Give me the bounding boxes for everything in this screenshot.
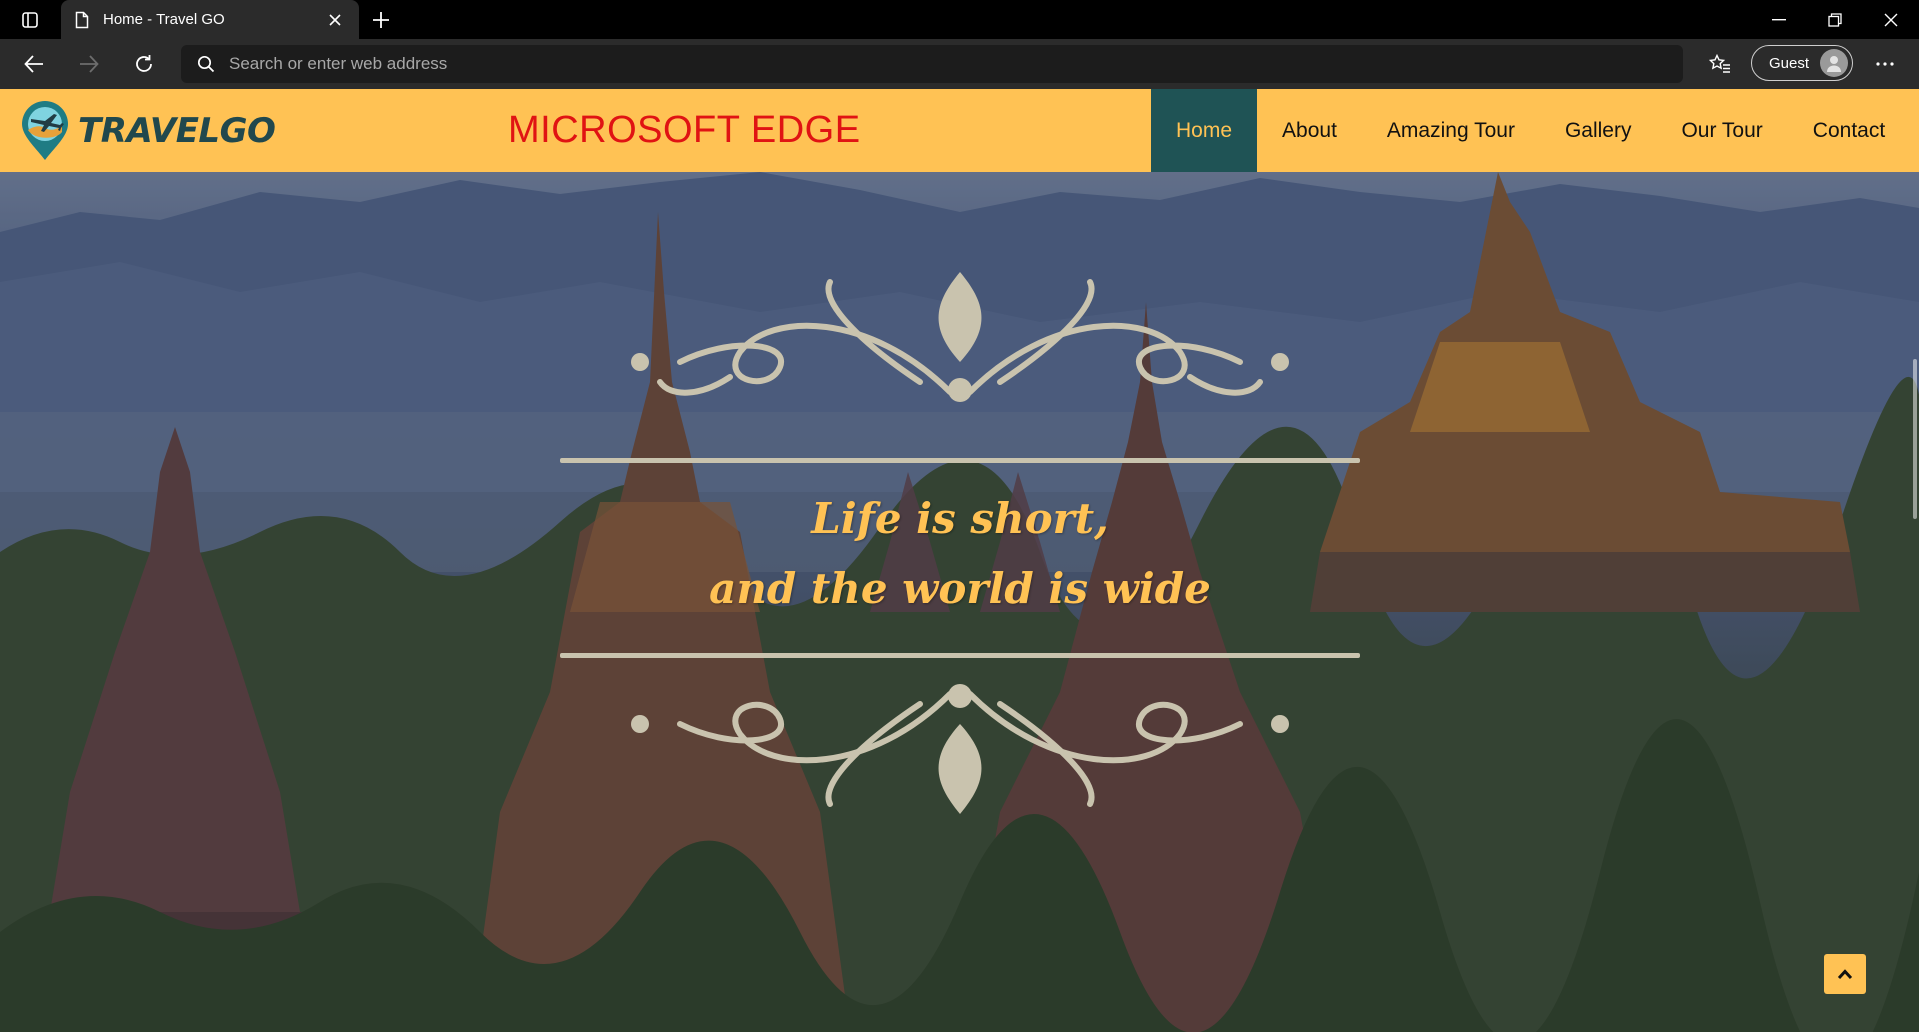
plus-icon[interactable] bbox=[366, 6, 396, 34]
hero-quote-line-2: and the world is wide bbox=[709, 564, 1211, 613]
arrow-left-icon[interactable] bbox=[17, 48, 51, 80]
hero-quote-frame: Life is short, and the world is wide bbox=[560, 172, 1360, 1032]
nav-amazing-tour[interactable]: Amazing Tour bbox=[1362, 89, 1540, 172]
main-nav: Home About Amazing Tour Gallery Our Tour… bbox=[1151, 89, 1910, 172]
browser-toolbar: Guest bbox=[0, 39, 1919, 89]
nav-home[interactable]: Home bbox=[1151, 89, 1258, 172]
star-list-icon[interactable] bbox=[1703, 48, 1737, 80]
page-scrollbar[interactable] bbox=[1913, 359, 1917, 519]
browser-tab-strip: Home - Travel GO bbox=[0, 0, 1919, 39]
page-headline: MICROSOFT EDGE bbox=[508, 109, 861, 151]
ornament-bottom-icon bbox=[631, 684, 1289, 814]
browser-tab[interactable]: Home - Travel GO bbox=[61, 0, 359, 39]
guest-profile-button[interactable]: Guest bbox=[1751, 45, 1853, 81]
window-close-icon[interactable] bbox=[1863, 0, 1919, 39]
nav-our-tour[interactable]: Our Tour bbox=[1656, 89, 1787, 172]
nav-about[interactable]: About bbox=[1257, 89, 1362, 172]
more-icon[interactable] bbox=[1868, 48, 1902, 80]
guest-label: Guest bbox=[1769, 54, 1810, 72]
close-icon[interactable] bbox=[323, 8, 347, 32]
nav-gallery[interactable]: Gallery bbox=[1540, 89, 1657, 172]
site-header: TRAVELGO MICROSOFT EDGE Home About Amazi… bbox=[0, 89, 1919, 172]
divider-top bbox=[560, 458, 1360, 463]
tab-title: Home - Travel GO bbox=[103, 11, 225, 28]
address-bar[interactable] bbox=[181, 45, 1683, 83]
chevron-up-icon bbox=[1837, 969, 1853, 980]
hero-banner: Life is short, and the world is wide bbox=[0, 172, 1919, 1032]
ornament-top-icon bbox=[631, 272, 1289, 402]
web-page: TRAVELGO MICROSOFT EDGE Home About Amazi… bbox=[0, 89, 1919, 1032]
address-input[interactable] bbox=[229, 54, 1629, 74]
divider-bottom bbox=[560, 653, 1360, 658]
map-pin-plane-icon bbox=[22, 101, 68, 160]
hero-quote-line-1: Life is short, bbox=[811, 494, 1109, 543]
logo-text: TRAVELGO bbox=[78, 111, 276, 151]
profile-icon bbox=[1820, 49, 1848, 77]
refresh-icon[interactable] bbox=[127, 48, 161, 80]
minimize-icon[interactable] bbox=[1751, 0, 1807, 39]
tab-actions-icon[interactable] bbox=[14, 8, 46, 32]
back-to-top-button[interactable] bbox=[1824, 954, 1866, 994]
arrow-right-icon[interactable] bbox=[72, 48, 106, 80]
restore-icon[interactable] bbox=[1807, 0, 1863, 39]
search-icon bbox=[197, 55, 215, 73]
nav-contact[interactable]: Contact bbox=[1788, 89, 1910, 172]
page-icon bbox=[75, 11, 89, 28]
site-logo[interactable]: TRAVELGO bbox=[18, 100, 276, 162]
